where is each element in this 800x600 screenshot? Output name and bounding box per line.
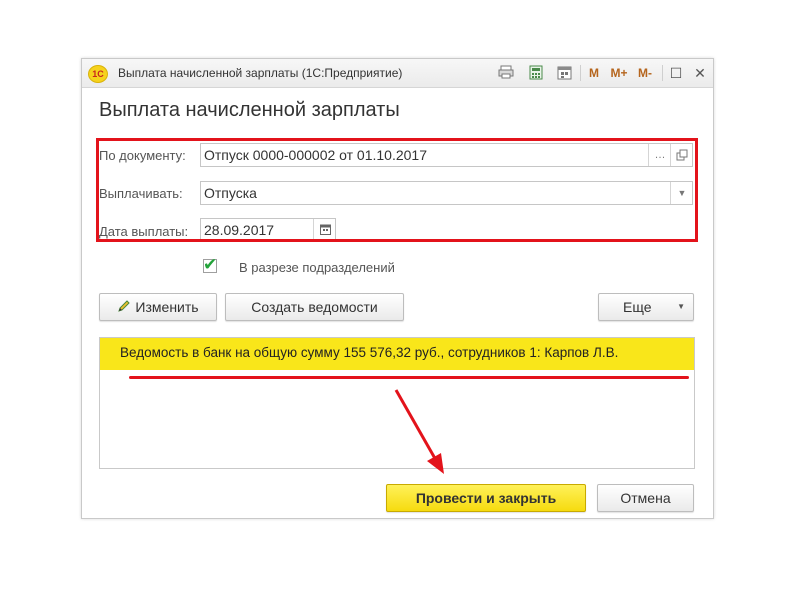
highlight-underline [129, 376, 689, 379]
maximize-icon[interactable]: ☐ [668, 65, 684, 81]
m-minus-memory-icon[interactable]: M- [635, 65, 655, 81]
calendar-icon[interactable] [556, 65, 572, 81]
create-statements-button[interactable]: Создать ведомости [225, 293, 404, 321]
edit-button[interactable]: Изменить [99, 293, 217, 321]
post-and-close-button[interactable]: Провести и закрыть [386, 484, 586, 512]
close-icon[interactable]: ✕ [692, 65, 708, 81]
toolbar-separator [580, 65, 581, 81]
checkmark-icon: ✔ [203, 255, 218, 274]
m-plus-memory-icon[interactable]: M+ [609, 65, 629, 81]
calculator-icon[interactable] [528, 65, 544, 81]
result-text: Ведомость в банк на общую сумму 155 576,… [120, 345, 619, 360]
cancel-button[interactable]: Отмена [597, 484, 694, 512]
pencil-icon [117, 295, 131, 321]
edit-button-label: Изменить [135, 299, 199, 315]
more-button-label: Еще [623, 299, 652, 315]
page-title: Выплата начисленной зарплаты [99, 99, 400, 121]
subdivisions-checkbox[interactable]: ✔ [203, 255, 217, 274]
app-window: 1С Выплата начисленной зарплаты (1С:Пред… [81, 58, 714, 519]
result-banner: Ведомость в банк на общую сумму 155 576,… [100, 338, 694, 370]
print-icon[interactable] [497, 65, 515, 81]
more-button[interactable]: Еще ▼ [598, 293, 694, 321]
title-bar[interactable]: 1С Выплата начисленной зарплаты (1С:Пред… [82, 59, 713, 88]
window-title: Выплата начисленной зарплаты (1С:Предпри… [118, 66, 403, 80]
m-memory-icon[interactable]: M [587, 65, 601, 81]
app-logo-icon: 1С [88, 65, 108, 83]
result-panel: Ведомость в банк на общую сумму 155 576,… [99, 337, 695, 469]
subdivisions-checkbox-label: В разрезе подразделений [239, 260, 395, 275]
toolbar-separator [662, 65, 663, 81]
chevron-down-icon: ▼ [677, 302, 685, 311]
highlight-box [96, 138, 698, 242]
